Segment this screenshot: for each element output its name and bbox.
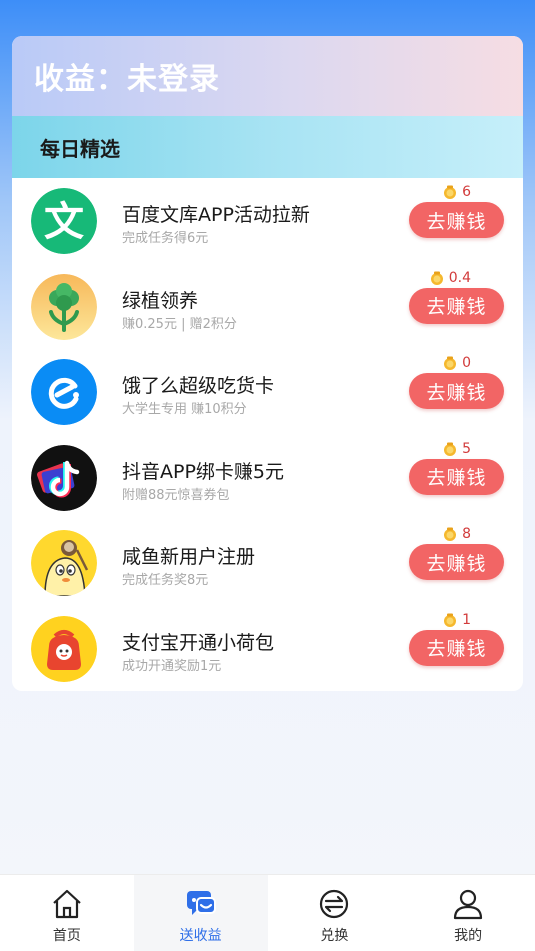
- earnings-title[interactable]: 收益：未登录: [34, 54, 220, 98]
- exchange-icon: [320, 889, 349, 919]
- user-icon: [454, 889, 483, 920]
- reward-amount: 1: [443, 612, 471, 628]
- earn-button[interactable]: 去赚钱: [409, 287, 504, 324]
- section-title: 每日精选: [40, 136, 120, 161]
- task-item-xianyu[interactable]: 咸鱼新用户注册 完成任务奖8元 8 去赚钱: [12, 520, 523, 606]
- home-icon: [53, 889, 81, 919]
- task-subtitle: 附赠88元惊喜券包: [122, 487, 230, 503]
- tab-label: 我的: [454, 928, 483, 944]
- task-item-baidu-wenku[interactable]: 文 百度文库APP活动拉新 完成任务得6元 6 去赚钱: [12, 178, 523, 264]
- reward-value: 6: [462, 184, 471, 200]
- reward-value: 8: [462, 526, 471, 543]
- earnings-header: 收益：未登录: [12, 36, 523, 116]
- task-title: 百度文库APP活动拉新: [122, 204, 310, 226]
- tab-label: 首页: [52, 928, 81, 944]
- task-title: 饿了么超级吃货卡: [122, 375, 275, 398]
- task-item-alipay-purse[interactable]: 支付宝开通小荷包 成功开通奖励1元 1 去赚钱: [12, 606, 523, 691]
- task-item-douyin[interactable]: 抖音APP绑卡赚5元 附赠88元惊喜券包 5 去赚钱: [12, 435, 523, 521]
- tab-send-earnings[interactable]: 送收益: [133, 875, 268, 951]
- task-list: 文 百度文库APP活动拉新 完成任务得6元 6 去赚钱 绿植领养 赚0.25元 …: [12, 178, 523, 691]
- coin-icon: [444, 613, 457, 627]
- coin-icon: [430, 271, 443, 285]
- coin-icon: [444, 185, 457, 199]
- tab-mine[interactable]: 我的: [401, 875, 535, 951]
- task-title: 抖音APP绑卡赚5元: [122, 460, 285, 483]
- chat-gift-icon: [186, 891, 216, 915]
- svg-text:文: 文: [44, 199, 84, 245]
- task-subtitle: 完成任务得6元: [122, 231, 209, 246]
- task-subtitle: 成功开通奖励1元: [122, 658, 222, 674]
- earn-button[interactable]: 去赚钱: [409, 202, 504, 238]
- task-title: 支付宝开通小荷包: [122, 631, 275, 654]
- daily-picks-bar: 每日精选: [12, 116, 523, 178]
- douyin-logo: [31, 444, 97, 511]
- green-plant-logo: [31, 273, 97, 340]
- task-subtitle: 完成任务奖8元: [122, 573, 209, 589]
- reward-amount: 6: [443, 184, 471, 200]
- reward-amount: 0.4: [430, 270, 471, 286]
- alipay-purse-logo: [31, 615, 97, 682]
- bottom-tab-bar: 首页 送收益 兑换 我的: [0, 874, 535, 951]
- reward-amount: 0: [443, 355, 471, 371]
- coin-icon: [444, 356, 457, 371]
- reward-amount: 8: [443, 526, 471, 542]
- task-item-green-plant[interactable]: 绿植领养 赚0.25元 | 赠2积分 0.4 去赚钱: [12, 264, 523, 350]
- baidu-wenku-logo: 文: [31, 188, 97, 254]
- task-subtitle: 赚0.25元 | 赠2积分: [122, 316, 237, 332]
- reward-value: 0: [462, 355, 471, 372]
- tab-home[interactable]: 首页: [0, 875, 134, 951]
- eleme-logo: [31, 359, 97, 426]
- coin-icon: [444, 442, 457, 456]
- reward-value: 5: [462, 440, 471, 457]
- tab-label: 兑换: [320, 928, 349, 944]
- reward-value: 1: [462, 611, 471, 628]
- reward-amount: 5: [443, 441, 471, 457]
- task-title: 绿植领养: [122, 289, 199, 312]
- earn-button[interactable]: 去赚钱: [409, 544, 504, 581]
- xianyu-logo: [31, 530, 97, 597]
- reward-value: 0.4: [448, 269, 471, 286]
- earnings-card: 收益：未登录 每日精选 文 百度文库APP活动拉新 完成任务得6元 6 去赚钱: [12, 36, 523, 691]
- task-item-eleme[interactable]: 饿了么超级吃货卡 大学生专用 赚10积分 0 去赚钱: [12, 349, 523, 435]
- earn-button[interactable]: 去赚钱: [409, 458, 504, 495]
- earn-button[interactable]: 去赚钱: [409, 373, 504, 410]
- task-subtitle: 大学生专用 赚10积分: [122, 402, 247, 418]
- coin-icon: [444, 527, 457, 542]
- earn-button[interactable]: 去赚钱: [409, 629, 504, 666]
- task-title: 咸鱼新用户注册: [122, 546, 256, 569]
- tab-label: 送收益: [179, 928, 222, 944]
- tab-exchange[interactable]: 兑换: [268, 875, 402, 951]
